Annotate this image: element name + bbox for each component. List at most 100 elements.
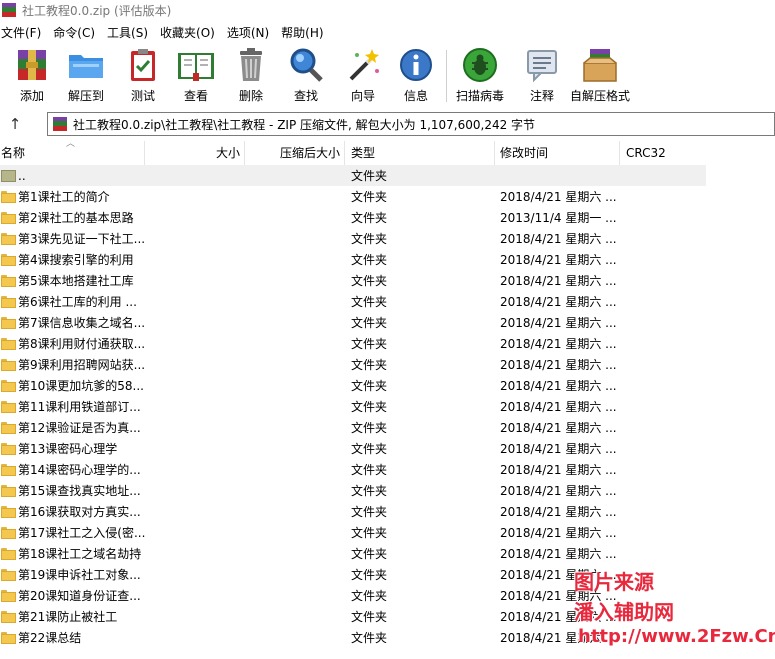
folder-icon bbox=[1, 316, 16, 329]
info-button[interactable]: 信息 bbox=[396, 46, 436, 104]
file-name: 第2课社工的基本思路 bbox=[18, 211, 134, 225]
menu-help[interactable]: 帮助(H) bbox=[280, 24, 323, 41]
file-type: 文件夹 bbox=[351, 568, 388, 582]
folder-row[interactable]: 第7课信息收集之域名... 文件夹 2018/4/21 星期六 ... bbox=[0, 312, 706, 333]
column-name[interactable]: ︿ 名称 bbox=[0, 139, 145, 165]
file-type: 文件夹 bbox=[351, 190, 388, 204]
folder-row[interactable]: 第4课搜索引擎的利用 文件夹 2018/4/21 星期六 ... bbox=[0, 249, 706, 270]
file-date: 2018/4/21 星期六 ... bbox=[500, 484, 617, 498]
toolbar-separator bbox=[446, 50, 447, 102]
folder-icon bbox=[1, 190, 16, 203]
comment-icon bbox=[522, 46, 562, 83]
column-modified[interactable]: 修改时间 bbox=[495, 141, 620, 165]
path-field[interactable]: 社工教程0.0.zip\社工教程\社工教程 - ZIP 压缩文件, 解包大小为 … bbox=[47, 112, 775, 136]
test-label: 测试 bbox=[130, 89, 155, 103]
folder-icon bbox=[1, 400, 16, 413]
file-type: 文件夹 bbox=[351, 232, 388, 246]
file-name: 第13课密码心理学 bbox=[18, 442, 118, 456]
folder-icon bbox=[1, 337, 16, 350]
folder-icon bbox=[1, 358, 16, 371]
view-button[interactable]: 查看 bbox=[176, 46, 216, 104]
folder-row[interactable]: 第10课更加坑爹的58... 文件夹 2018/4/21 星期六 ... bbox=[0, 375, 706, 396]
file-date: 2018/4/21 星期六 ... bbox=[500, 526, 617, 540]
find-button[interactable]: 查找 bbox=[286, 46, 326, 104]
column-crc32[interactable]: CRC32 bbox=[620, 141, 706, 165]
watermark-line-1: 图片来源 bbox=[574, 570, 654, 594]
file-name: 第5课本地搭建社工库 bbox=[18, 274, 134, 288]
folder-icon bbox=[1, 589, 16, 602]
menu-favorites[interactable]: 收藏夹(O) bbox=[159, 24, 215, 41]
wizard-label: 向导 bbox=[350, 89, 375, 103]
folder-row[interactable]: 第8课利用财付通获取... 文件夹 2018/4/21 星期六 ... bbox=[0, 333, 706, 354]
folder-icon bbox=[1, 274, 16, 287]
wizard-button[interactable]: 向导 bbox=[343, 46, 383, 104]
sfx-button[interactable]: 自解压格式 bbox=[570, 46, 630, 104]
up-arrow-icon[interactable]: ↑ bbox=[5, 114, 25, 134]
menu-tools[interactable]: 工具(S) bbox=[106, 24, 148, 41]
column-packed-size[interactable]: 压缩后大小 bbox=[245, 141, 345, 165]
folder-icon bbox=[1, 295, 16, 308]
file-name: 第3课先见证一下社工... bbox=[18, 232, 145, 246]
folder-icon bbox=[1, 526, 16, 539]
window-title: 社工教程0.0.zip (评估版本) bbox=[22, 3, 172, 18]
watermark-line-2: 潘入辅助网 bbox=[574, 600, 674, 624]
folder-row[interactable]: 第18课社工之域名劫持 文件夹 2018/4/21 星期六 ... bbox=[0, 543, 706, 564]
test-button[interactable]: 测试 bbox=[123, 46, 163, 104]
folder-icon bbox=[1, 484, 16, 497]
file-date: 2018/4/21 星期六 ... bbox=[500, 379, 617, 393]
file-name: 第19课申诉社工对象... bbox=[18, 568, 141, 582]
add-button[interactable]: 添加 bbox=[12, 46, 52, 104]
info-label: 信息 bbox=[403, 89, 428, 103]
file-type: 文件夹 bbox=[351, 211, 388, 225]
menu-file[interactable]: 文件(F) bbox=[0, 24, 41, 41]
virus-bug-icon bbox=[460, 46, 500, 83]
file-name: 第12课验证是否为真... bbox=[18, 421, 141, 435]
folder-row[interactable]: 第14课密码心理学的... 文件夹 2018/4/21 星期六 ... bbox=[0, 459, 706, 480]
folder-row[interactable]: 第2课社工的基本思路 文件夹 2013/11/4 星期一 ... bbox=[0, 207, 706, 228]
file-date: 2018/4/21 星期六 ... bbox=[500, 274, 617, 288]
folder-row[interactable]: 第16课获取对方真实... 文件夹 2018/4/21 星期六 ... bbox=[0, 501, 706, 522]
file-type: 文件夹 bbox=[351, 589, 388, 603]
view-book-icon bbox=[176, 46, 216, 83]
virus-scan-button[interactable]: 扫描病毒 bbox=[456, 46, 504, 104]
file-type: 文件夹 bbox=[351, 484, 388, 498]
menu-bar: 文件(F) 命令(C) 工具(S) 收藏夹(O) 选项(N) 帮助(H) bbox=[0, 22, 335, 42]
menu-options[interactable]: 选项(N) bbox=[226, 24, 269, 41]
folder-row[interactable]: 第6课社工库的利用 ... 文件夹 2018/4/21 星期六 ... bbox=[0, 291, 706, 312]
extract-to-button[interactable]: 解压到 bbox=[66, 46, 106, 104]
column-type[interactable]: 类型 bbox=[345, 141, 495, 165]
folder-row[interactable]: 第12课验证是否为真... 文件夹 2018/4/21 星期六 ... bbox=[0, 417, 706, 438]
add-label: 添加 bbox=[19, 89, 44, 103]
folder-icon bbox=[1, 253, 16, 266]
menu-command[interactable]: 命令(C) bbox=[52, 24, 95, 41]
file-date: 2013/11/4 星期一 ... bbox=[500, 211, 617, 225]
folder-row[interactable]: 第5课本地搭建社工库 文件夹 2018/4/21 星期六 ... bbox=[0, 270, 706, 291]
file-date: 2018/4/21 星期六 ... bbox=[500, 400, 617, 414]
file-name: 第16课获取对方真实... bbox=[18, 505, 141, 519]
folder-extract-icon bbox=[66, 46, 106, 83]
folder-row[interactable]: 第15课查找真实地址... 文件夹 2018/4/21 星期六 ... bbox=[0, 480, 706, 501]
file-name: 第10课更加坑爹的58... bbox=[18, 379, 144, 393]
file-date: 2018/4/21 星期六 ... bbox=[500, 547, 617, 561]
folder-row[interactable]: 第11课利用铁道部订... 文件夹 2018/4/21 星期六 ... bbox=[0, 396, 706, 417]
winrar-app-icon bbox=[2, 3, 16, 17]
folder-icon bbox=[1, 547, 16, 560]
comment-button[interactable]: 注释 bbox=[522, 46, 562, 104]
folder-row[interactable]: 第13课密码心理学 文件夹 2018/4/21 星期六 ... bbox=[0, 438, 706, 459]
delete-button[interactable]: 删除 bbox=[231, 46, 271, 104]
column-size[interactable]: 大小 bbox=[145, 141, 245, 165]
folder-row[interactable]: 第9课利用招聘网站获... 文件夹 2018/4/21 星期六 ... bbox=[0, 354, 706, 375]
file-type: 文件夹 bbox=[351, 400, 388, 414]
file-type: 文件夹 bbox=[351, 526, 388, 540]
parent-folder-row[interactable]: .. 文件夹 bbox=[0, 165, 706, 186]
toolbar: 添加 解压到 测试 查看 删除 查找 向导 信息 扫描病毒 注释 自解压格式 bbox=[0, 44, 775, 106]
folder-icon bbox=[1, 442, 16, 455]
sfx-label: 自解压格式 bbox=[570, 89, 631, 103]
folder-row[interactable]: 第17课社工之入侵(密... 文件夹 2018/4/21 星期六 ... bbox=[0, 522, 706, 543]
parent-folder-icon bbox=[1, 169, 16, 182]
test-clipboard-icon bbox=[123, 46, 163, 83]
file-date: 2018/4/21 星期六 ... bbox=[500, 190, 617, 204]
virus-scan-label: 扫描病毒 bbox=[456, 89, 505, 103]
folder-row[interactable]: 第3课先见证一下社工... 文件夹 2018/4/21 星期六 ... bbox=[0, 228, 706, 249]
folder-row[interactable]: 第1课社工的简介 文件夹 2018/4/21 星期六 ... bbox=[0, 186, 706, 207]
